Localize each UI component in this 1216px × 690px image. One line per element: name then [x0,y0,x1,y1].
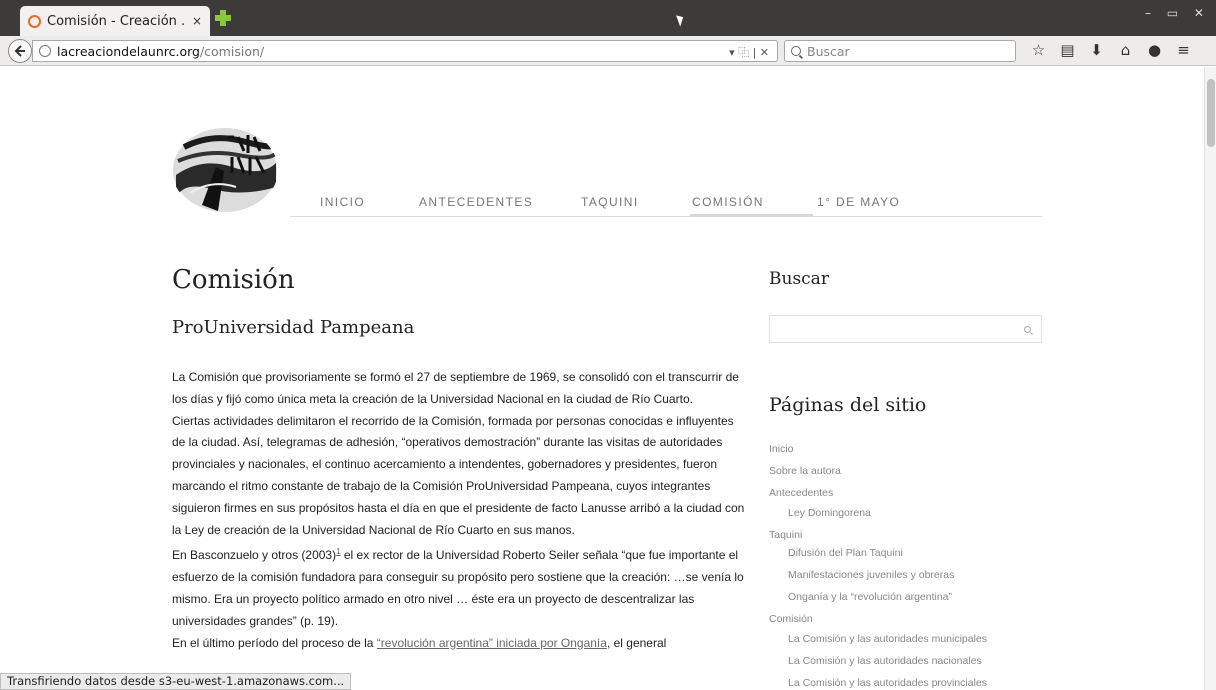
scrollbar-thumb[interactable] [1207,79,1215,147]
paragraph-4: En el último período del proceso de la “… [172,633,746,655]
site-logo[interactable] [172,127,278,213]
site-info-icon[interactable] [39,45,51,57]
url-host: lacreaciondelaunrc.org [57,43,200,59]
paragraph-2: Ciertas actividades delimitaron el recor… [172,413,745,537]
page-link-sobre-la-autora[interactable]: Sobre la autora [769,465,841,477]
page-viewport: INICIO ANTECEDENTES TAQUINI COMISIÓN 1° … [0,67,1216,690]
download-icon[interactable]: ⬇ [1082,41,1111,59]
page-link-taquini[interactable]: Taquini [769,529,802,541]
chat-icon[interactable]: ● [1140,41,1169,59]
page-scrollbar[interactable] [1204,67,1216,690]
nav-item-antecedentes[interactable]: ANTECEDENTES [419,195,533,217]
page-link-autoridades-nacionales[interactable]: La Comisión y las autoridades nacionales [788,655,982,667]
article-body: La Comisión que provisoriamente se formó… [172,367,746,654]
page-title: Comisión [172,265,295,295]
nav-item-taquini[interactable]: TAQUINI [581,195,639,217]
p4-text-after: , el general [606,635,667,650]
bookmarks-list-icon[interactable]: ▤ [1053,41,1082,59]
university-logo-icon [173,128,278,212]
sidebar-search-heading: Buscar [769,269,829,289]
paragraph-3: En Basconzuelo y otros (2003)1 el ex rec… [172,541,746,632]
home-icon[interactable]: ⌂ [1111,41,1140,59]
site-favicon-icon [28,14,41,28]
mouse-cursor-icon [676,13,686,27]
p3-text-before: En Basconzuelo y otros (2003) [172,548,337,563]
nav-item-inicio[interactable]: INICIO [320,195,365,217]
main-navigation: INICIO ANTECEDENTES TAQUINI COMISIÓN 1° … [290,195,1042,217]
browser-tab[interactable]: Comisión - Creación ... × [20,6,210,36]
paragraph-1: La Comisión que provisoriamente se formó… [172,370,739,406]
url-actions[interactable]: ▾ ⿻ | ✕ [729,44,769,60]
browser-search-input[interactable]: Buscar [784,40,1016,62]
page-link-difusion-plan-taquini[interactable]: Difusión del Plan Taquini [788,547,903,559]
back-button[interactable] [8,39,32,63]
search-placeholder: Buscar [807,43,850,59]
window-controls[interactable]: – ▭ ✕ [1145,6,1210,20]
tab-close-icon[interactable]: × [192,14,202,28]
nav-active-indicator [690,214,813,217]
new-tab-icon[interactable] [214,9,232,27]
page-link-manifestaciones[interactable]: Manifestaciones juveniles y obreras [788,569,954,581]
tab-title: Comisión - Creación ... [47,13,186,29]
toolbar-icons: ☆ ▤ ⬇ ⌂ ● ≡ [1024,41,1198,59]
search-icon [791,46,801,56]
page-link-inicio[interactable]: Inicio [769,443,794,455]
page-link-ongania[interactable]: Onganía y la “revolución argentina” [788,591,952,603]
p4-text-before: En el último período del proceso de la [172,635,377,650]
url-bar[interactable]: lacreaciondelaunrc.org/comision/ ▾ ⿻ | ✕ [32,40,778,62]
page-link-comision[interactable]: Comisión [769,613,813,625]
status-bar: Transfiriendo datos desde s3-eu-west-1.a… [0,673,352,690]
sidebar-search-icon[interactable] [1024,326,1031,333]
navigation-toolbar: lacreaciondelaunrc.org/comision/ ▾ ⿻ | ✕… [0,36,1216,66]
page-link-autoridades-municipales[interactable]: La Comisión y las autoridades municipale… [788,633,987,645]
revolucion-argentina-link[interactable]: “revolución argentina” iniciada por Onga… [377,636,607,650]
sidebar-search-input[interactable] [769,315,1042,343]
url-path: /comision/ [199,43,265,59]
tab-bar: Comisión - Creación ... × – ▭ ✕ [0,0,1216,36]
page-link-ley-domingorena[interactable]: Ley Domingorena [788,507,871,519]
bookmark-star-icon[interactable]: ☆ [1024,41,1053,59]
page-link-autoridades-provinciales[interactable]: La Comisión y las autoridades provincial… [788,677,987,689]
back-arrow-icon [14,45,25,57]
sidebar-pages-heading: Páginas del sitio [769,394,927,416]
page-link-antecedentes[interactable]: Antecedentes [769,487,833,499]
page-subtitle: ProUniversidad Pampeana [172,317,415,338]
nav-item-1-de-mayo[interactable]: 1° DE MAYO [817,195,900,217]
menu-icon[interactable]: ≡ [1169,41,1198,59]
